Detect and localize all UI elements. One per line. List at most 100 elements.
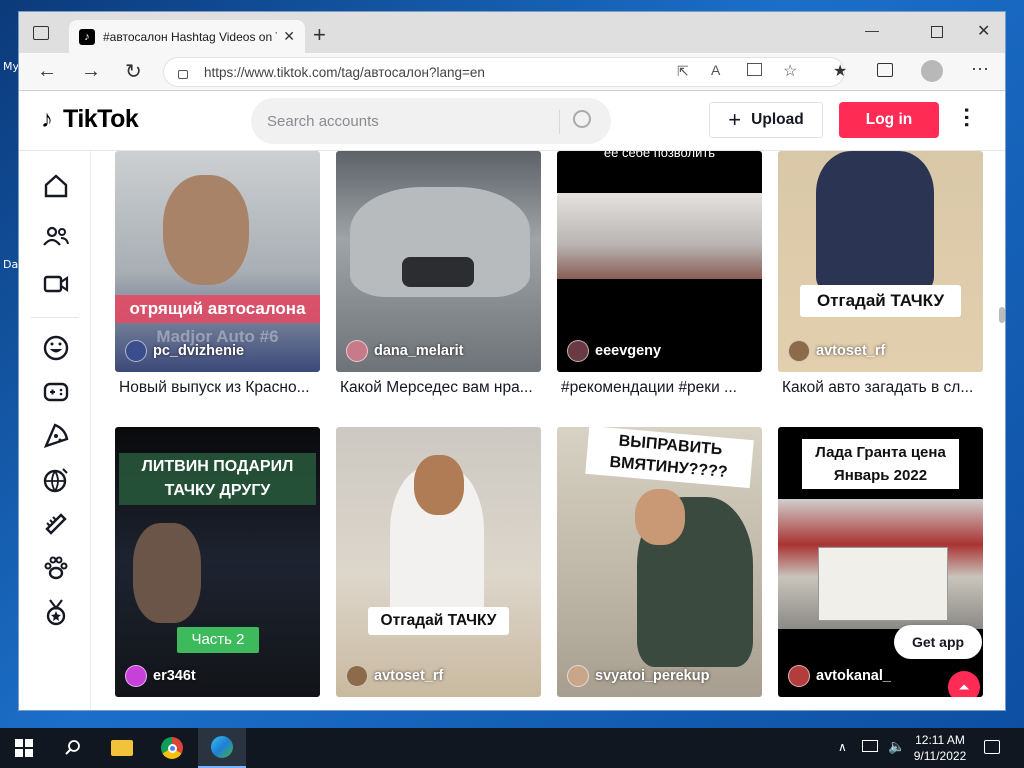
gaming-icon[interactable] — [41, 377, 71, 407]
video-overlay-badge: Часть 2 — [177, 627, 259, 653]
video-card[interactable]: ЛИТВИН ПОДАРИЛ ТАЧКУ ДРУГУ Часть 2 er346… — [115, 427, 320, 697]
live-icon[interactable] — [41, 269, 71, 299]
search-divider — [559, 110, 560, 134]
profile-icon[interactable] — [921, 60, 943, 82]
clock[interactable]: 12:11 AM 9/11/2022 — [908, 732, 972, 764]
video-thumbnail — [557, 193, 762, 279]
video-username: pc_dvizhenie — [153, 343, 245, 359]
video-author[interactable]: er346t — [125, 665, 196, 687]
open-app-icon[interactable]: ⇱ — [677, 63, 689, 80]
search-input[interactable]: Search accounts — [251, 98, 611, 144]
food-icon[interactable] — [41, 421, 71, 451]
video-overlay-text: Отгадай ТАЧКУ — [800, 285, 961, 317]
edge-button[interactable] — [198, 728, 246, 768]
video-card[interactable]: dana_melarit — [336, 151, 541, 372]
notifications-icon[interactable] — [984, 740, 1000, 754]
video-card[interactable]: Отгадай ТАЧКУ avtoset_rf — [336, 427, 541, 697]
video-username: er346t — [153, 668, 196, 684]
video-username: avtokanal_ — [816, 668, 891, 684]
video-author[interactable]: avtoset_rf — [788, 340, 885, 362]
video-caption[interactable]: Какой Мерседес вам нра... — [340, 379, 545, 397]
video-caption[interactable]: Новый выпуск из Красно... — [119, 379, 324, 397]
maximize-icon[interactable] — [931, 26, 943, 38]
close-window-icon[interactable]: ✕ — [977, 21, 990, 41]
tab-actions-icon[interactable] — [33, 26, 49, 40]
video-card[interactable]: ВЫПРАВИТЬ ВМЯТИНУ???? svyatoi_perekup — [557, 427, 762, 697]
tiktok-logo[interactable]: ♪ TikTok — [35, 105, 139, 134]
more-menu-icon[interactable]: ··· — [954, 107, 979, 129]
video-overlay-text: Отгадай ТАЧКУ — [368, 607, 509, 635]
read-aloud-icon[interactable]: A — [711, 62, 720, 78]
video-author[interactable]: avtoset_rf — [346, 665, 443, 687]
new-tab-icon[interactable]: + — [313, 22, 326, 48]
video-thumbnail — [816, 151, 934, 291]
folder-icon — [111, 740, 133, 756]
forward-icon[interactable]: → — [81, 60, 101, 83]
more-icon[interactable]: ··· — [971, 58, 989, 79]
network-icon[interactable] — [862, 740, 878, 752]
tab-title: #автосалон Hashtag Videos on T — [103, 29, 278, 44]
close-tab-icon[interactable]: ✕ — [283, 28, 295, 45]
favorites-icon[interactable]: ★ — [833, 61, 847, 81]
scroll-to-top-icon[interactable]: ⏶ — [948, 671, 980, 697]
volume-icon[interactable]: 🔈 — [888, 738, 905, 755]
video-thumbnail-face — [635, 489, 685, 545]
animals-icon[interactable] — [41, 553, 71, 583]
video-author[interactable]: pc_dvizhenie — [125, 340, 244, 362]
avatar — [125, 340, 147, 362]
minimize-icon[interactable]: — — [865, 22, 879, 38]
video-username: avtoset_rf — [816, 343, 886, 359]
video-author[interactable]: eeevgeny — [567, 340, 661, 362]
add-favorite-icon[interactable]: ☆ — [783, 61, 797, 81]
clock-date: 9/11/2022 — [913, 749, 967, 763]
following-icon[interactable] — [41, 221, 71, 251]
desktop-label: My — [3, 60, 20, 73]
beauty-icon[interactable] — [41, 509, 71, 539]
address-bar-area: ← → ↻ https://www.tiktok.com/tag/автосал… — [19, 53, 1005, 91]
sports-icon[interactable] — [41, 597, 71, 627]
page-scrollbar[interactable] — [999, 307, 1005, 323]
address-field[interactable]: https://www.tiktok.com/tag/автосалон?lan… — [163, 57, 845, 87]
search-taskbar-button[interactable] — [50, 728, 96, 768]
video-card[interactable]: Лада Гранта цена Январь 2022 Get app avt… — [778, 427, 983, 697]
tiktok-logo-icon: ♪ — [41, 105, 53, 133]
video-overlay-text: ЛИТВИН ПОДАРИЛ ТАЧКУ ДРУГУ — [119, 453, 316, 505]
collections-icon[interactable] — [877, 63, 893, 77]
get-app-button[interactable]: Get app — [894, 625, 982, 659]
search-icon — [65, 740, 80, 755]
video-caption[interactable]: Какой авто загадать в сл... — [782, 379, 987, 397]
back-icon[interactable]: ← — [37, 60, 57, 83]
video-card[interactable]: отрящий автосалона Madjor Auto #6 pc_dvi… — [115, 151, 320, 372]
tiktok-favicon-icon: ♪ — [79, 28, 95, 45]
video-author[interactable]: svyatoi_perekup — [567, 665, 709, 687]
search-icon[interactable] — [573, 110, 591, 128]
tray-chevron-icon[interactable]: ∧ — [838, 740, 847, 754]
chrome-button[interactable] — [148, 728, 196, 768]
url-text: https://www.tiktok.com/tag/автосалон?lan… — [204, 64, 485, 80]
upload-button[interactable]: + Upload — [709, 102, 823, 138]
video-username: dana_melarit — [374, 343, 464, 359]
travel-icon[interactable] — [41, 465, 71, 495]
windows-icon — [15, 739, 33, 757]
video-caption[interactable]: #рекомендации #реки ... — [561, 379, 766, 397]
avatar — [125, 665, 147, 687]
browser-window: ♪ #автосалон Hashtag Videos on T ✕ + — ✕… — [18, 11, 1006, 711]
sidebar — [19, 151, 91, 710]
refresh-icon[interactable]: ↻ — [125, 59, 142, 84]
home-icon[interactable] — [41, 171, 71, 201]
video-thumbnail-face — [414, 455, 464, 515]
taskbar: ∧ 🔈 12:11 AM 9/11/2022 — [0, 728, 1024, 768]
avatar — [346, 340, 368, 362]
browser-tab[interactable]: ♪ #автосалон Hashtag Videos on T ✕ — [69, 20, 305, 53]
tab-bar: ♪ #автосалон Hashtag Videos on T ✕ + — ✕ — [19, 12, 1005, 53]
video-card[interactable]: Отгадай ТАЧКУ avtoset_rf — [778, 151, 983, 372]
video-card[interactable]: ее себе позволить eeevgeny — [557, 151, 762, 372]
immersive-reader-icon[interactable] — [747, 63, 762, 76]
file-explorer-button[interactable] — [98, 728, 146, 768]
video-author[interactable]: avtokanal_ — [788, 665, 891, 687]
comedy-icon[interactable] — [41, 333, 71, 363]
video-author[interactable]: dana_melarit — [346, 340, 463, 362]
tiktok-header: ♪ TikTok Search accounts + Upload Log in… — [19, 91, 1005, 151]
login-button[interactable]: Log in — [839, 102, 939, 138]
start-button[interactable] — [0, 728, 48, 768]
